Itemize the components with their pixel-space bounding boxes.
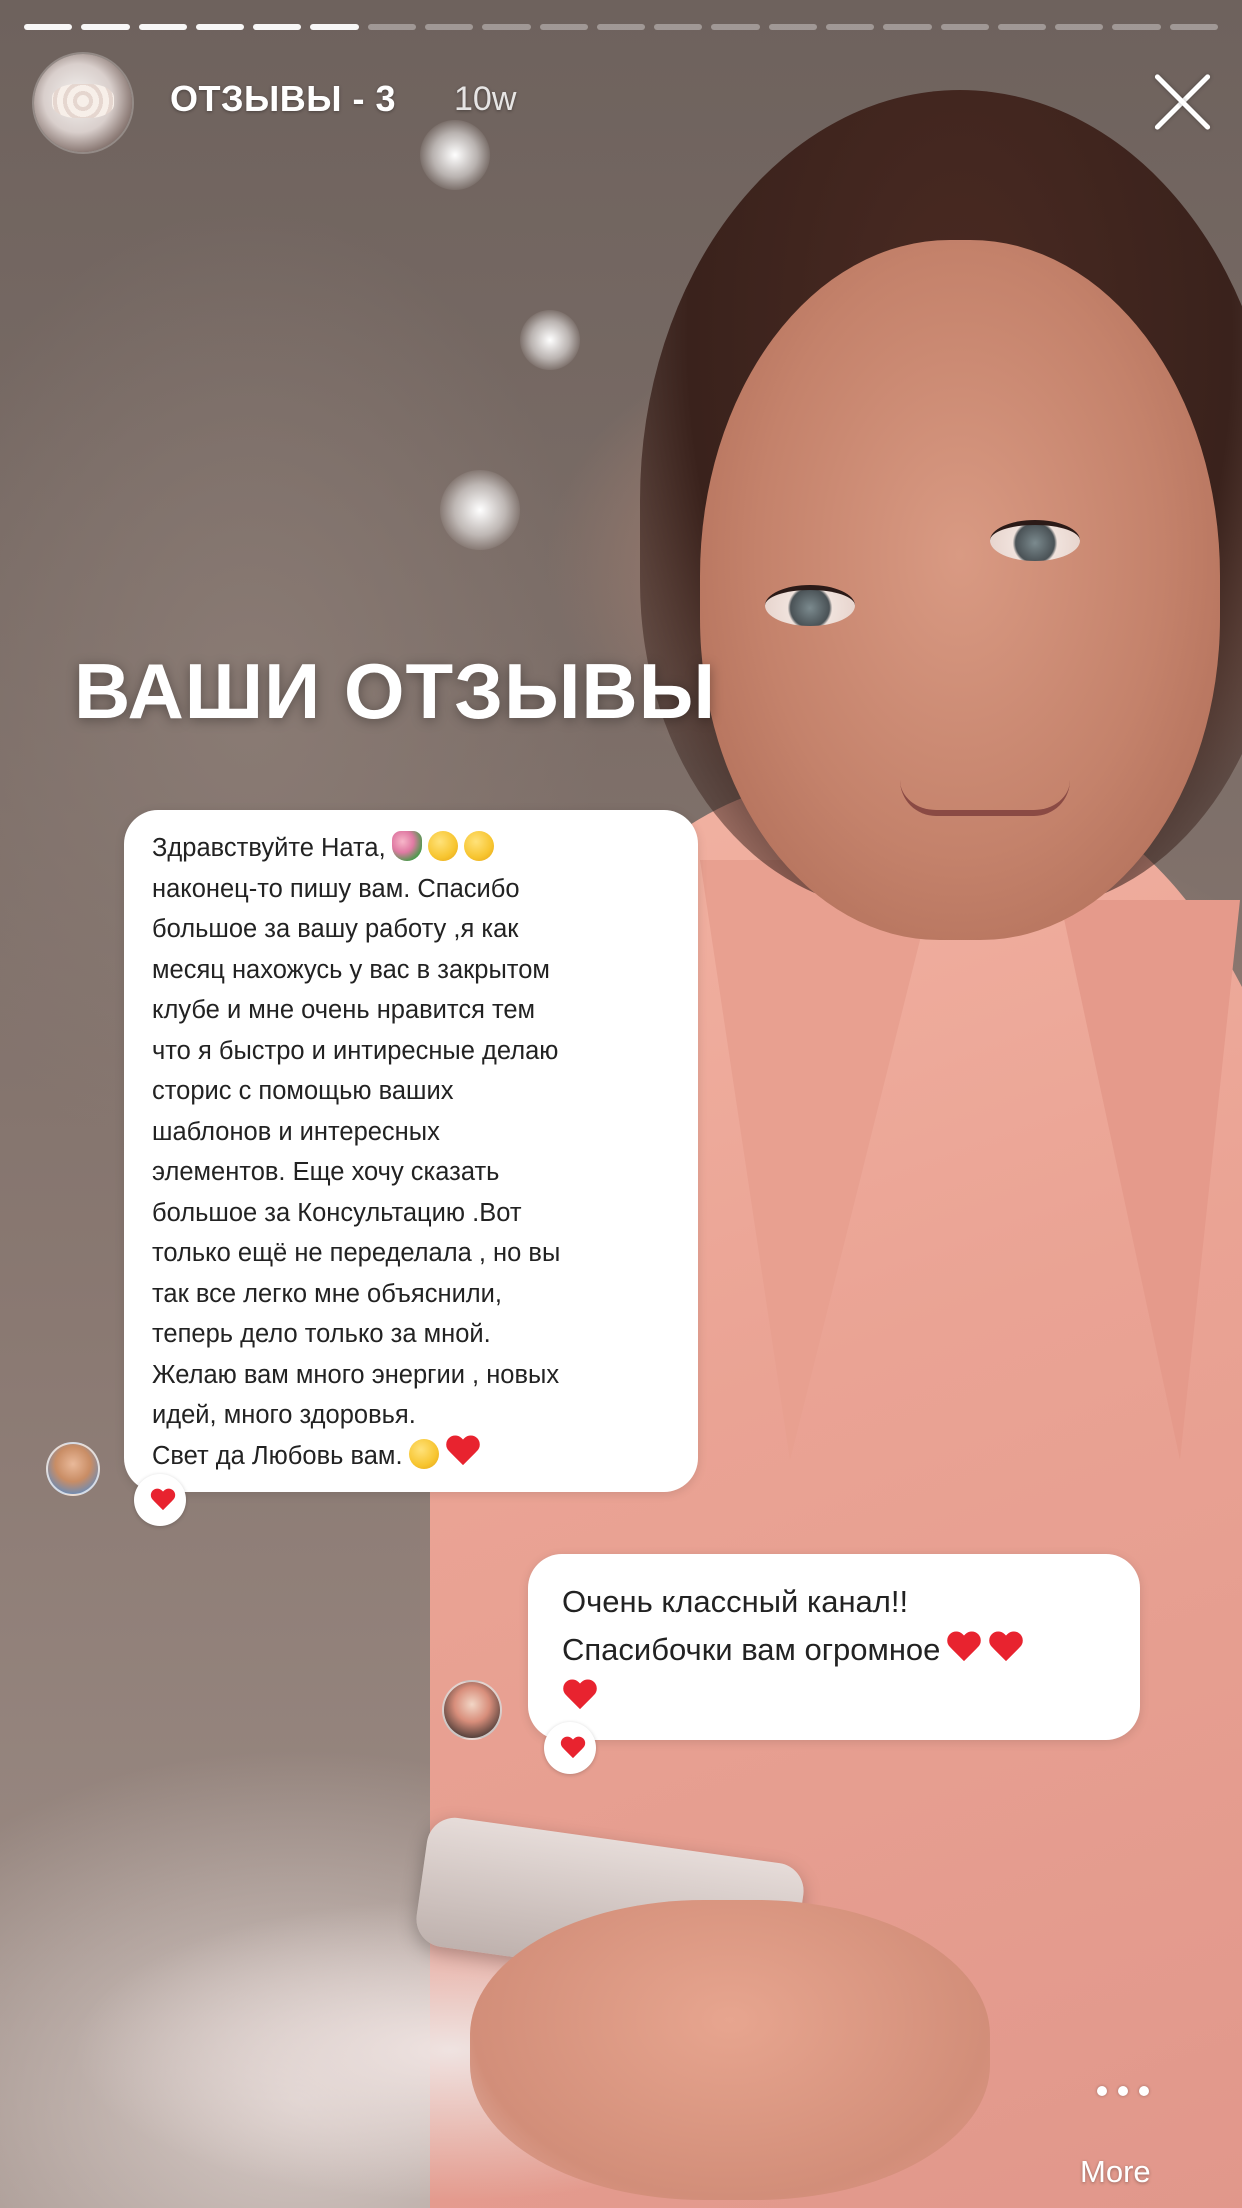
background-photo-lapel	[700, 860, 940, 1460]
story-headline: ВАШИ ОТЗЫВЫ	[74, 647, 717, 735]
progress-segment	[482, 24, 531, 30]
background-photo-eye	[765, 585, 855, 626]
review-line: большое за вашу работу ,я как	[152, 915, 519, 943]
background-photo-mouth	[900, 780, 1070, 816]
dot	[1097, 2086, 1107, 2096]
review-bubble: Очень классный канал!! Спасибочки вам ог…	[528, 1554, 1140, 1740]
progress-segment	[138, 24, 187, 30]
review-bubble: Здравствуйте Ната, наконец-то пишу вам. …	[124, 810, 698, 1492]
progress-segment	[883, 24, 932, 30]
review-text: Очень классный канал!! Спасибочки вам ог…	[562, 1578, 1120, 1722]
smile-emoji-icon	[463, 831, 494, 861]
review-line: наконец-то пишу вам. Спасибо	[152, 874, 520, 903]
progress-segment	[253, 24, 302, 30]
review-line: идей, много здоровья.	[152, 1401, 416, 1429]
review-line: Очень классный канал!!	[562, 1584, 909, 1619]
story-timestamp: 10w	[454, 80, 517, 118]
bokeh-light	[440, 470, 520, 550]
progress-segment	[1055, 24, 1104, 30]
review-line: Спасибочки вам огромное	[562, 1626, 1120, 1674]
progress-segment	[424, 24, 474, 30]
smile-emoji-icon	[408, 1438, 439, 1469]
review-line-text: Свет да Любовь вам.	[152, 1441, 403, 1470]
heart-icon	[150, 1489, 176, 1511]
review-line: Желаю вам много энергии , новых	[152, 1360, 560, 1389]
review-line: Свет да Любовь вам.	[152, 1436, 680, 1477]
bokeh-light	[420, 120, 490, 190]
story-progress-bar	[24, 24, 1218, 30]
review-line	[562, 1674, 1120, 1722]
progress-segment	[539, 24, 588, 30]
hugging-emoji-icon	[427, 831, 458, 861]
review-line: большое за Консультацию .Вот	[152, 1198, 522, 1227]
progress-segment	[940, 24, 989, 30]
review-line: Здравствуйте Ната,	[152, 828, 680, 869]
bouquet-emoji-icon	[391, 831, 422, 861]
heart-emoji-icon	[562, 1680, 598, 1712]
review-line: элементов. Еще хочу сказать	[152, 1158, 500, 1186]
review-line: клубе и мне очень нравится тем	[152, 996, 536, 1024]
heart-reaction	[544, 1722, 596, 1774]
review-line: теперь дело только за мной.	[152, 1320, 491, 1348]
account-avatar[interactable]	[34, 54, 132, 152]
sender-avatar	[46, 1442, 100, 1496]
sender-avatar	[442, 1680, 502, 1740]
review-line-text: Здравствуйте Ната,	[152, 834, 386, 862]
progress-segment	[24, 24, 73, 30]
close-icon[interactable]	[1146, 70, 1218, 134]
heart-reaction	[134, 1474, 186, 1526]
background-photo-lapel	[1060, 900, 1240, 1460]
story-title[interactable]: ОТЗЫВЫ - 3	[170, 78, 396, 120]
review-line-text: Спасибочки вам огромное	[562, 1632, 941, 1667]
dot	[1118, 2086, 1128, 2096]
progress-segment	[310, 24, 359, 30]
progress-segment	[997, 24, 1047, 30]
progress-segment	[596, 24, 646, 30]
story-viewer[interactable]: ОТЗЫВЫ - 3 10w ВАШИ ОТЗЫВЫ Здравствуйте …	[0, 0, 1242, 2208]
progress-segment	[654, 24, 703, 30]
more-button[interactable]: More	[1080, 2154, 1151, 2190]
progress-segment	[825, 24, 875, 30]
progress-segment	[1169, 24, 1218, 30]
heart-emoji-icon	[946, 1632, 982, 1664]
review-line: сторис с помощью ваших	[152, 1077, 454, 1105]
more-dots-icon[interactable]	[1097, 2086, 1149, 2098]
progress-segment	[768, 24, 817, 30]
review-line: что я быстро и интиресные делаю	[152, 1036, 559, 1065]
heart-emoji-icon	[988, 1632, 1024, 1664]
heart-emoji-icon	[445, 1436, 481, 1468]
bokeh-light	[520, 310, 580, 370]
review-line: так все легко мне объяснили,	[152, 1279, 503, 1308]
progress-segment	[711, 24, 760, 30]
progress-segment	[195, 24, 245, 30]
background-photo-hands	[470, 1900, 990, 2200]
background-photo-eye	[990, 520, 1080, 561]
progress-segment	[81, 24, 130, 30]
review-line: шаблонов и интересных	[152, 1117, 440, 1146]
review-line: месяц нахожусь у вас в закрытом	[152, 955, 550, 984]
progress-segment	[367, 24, 416, 30]
progress-segment	[1112, 24, 1161, 30]
heart-icon	[560, 1737, 586, 1759]
review-text: Здравствуйте Ната, наконец-то пишу вам. …	[152, 828, 680, 1476]
review-line: только ещё не переделала , но вы	[152, 1239, 561, 1267]
dot	[1139, 2086, 1149, 2096]
